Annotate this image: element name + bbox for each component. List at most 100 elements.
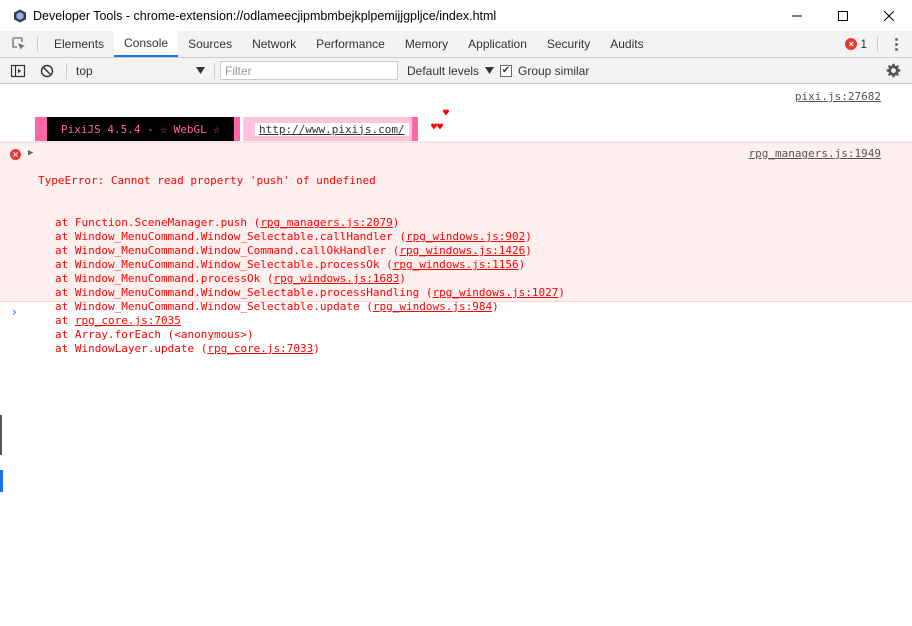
error-message: × ▶ rpg_managers.js:1949 TypeError: Cann… [0, 142, 912, 355]
stack-frame-text: at Window_MenuCommand.Window_Selectable.… [55, 258, 393, 271]
log-levels-label: Default levels [407, 63, 480, 78]
context-selector[interactable]: top [76, 58, 210, 83]
tab-console[interactable]: Console [114, 31, 179, 57]
sidebar-toggle-button[interactable] [10, 58, 26, 83]
inspect-cursor-icon [11, 37, 25, 50]
more-options-icon[interactable] [888, 37, 904, 51]
stack-frame-text: ) [525, 244, 532, 257]
stack-frame-text: at Array.forEach (<anonymous>) [55, 328, 254, 341]
group-similar-toggle[interactable]: ✔ Group similar [500, 58, 589, 83]
stack-frame-link[interactable]: rpg_windows.js:902 [406, 230, 525, 243]
minimize-icon [792, 15, 802, 16]
clear-console-icon [40, 64, 54, 77]
error-text: TypeError: Cannot read property 'push' o… [38, 146, 565, 384]
stack-frame-text: ) [558, 286, 565, 299]
tab-elements[interactable]: Elements [44, 31, 114, 57]
error-message-text: TypeError: Cannot read property 'push' o… [38, 174, 376, 187]
error-counter[interactable]: × 1 [845, 37, 867, 51]
stack-frame-text: at Window_MenuCommand.processOk ( [55, 272, 274, 285]
checkmark-icon: ✔ [501, 64, 511, 76]
divider [66, 63, 67, 79]
console-settings-button[interactable] [886, 58, 901, 83]
dropdown-arrow-icon [196, 67, 205, 74]
stack-frame: at WindowLayer.update (rpg_core.js:7033) [38, 342, 565, 356]
window-title: Developer Tools - chrome-extension://odl… [33, 8, 497, 23]
tab-audits[interactable]: Audits [600, 31, 653, 57]
devtools-app-icon [14, 9, 26, 22]
console-toolbar: top Default levels ✔ Group similar [0, 58, 912, 84]
stack-frame-text: at Window_MenuCommand.Window_Selectable.… [55, 300, 373, 313]
stack-frame-link[interactable]: rpg_windows.js:1426 [399, 244, 525, 257]
expand-triangle-icon[interactable]: ▶ [28, 148, 33, 158]
log-levels-dropdown[interactable]: Default levels [407, 58, 495, 83]
stack-frame-link[interactable]: rpg_windows.js:1027 [433, 286, 559, 299]
close-button[interactable] [866, 0, 912, 31]
pixi-url-container: http://www.pixijs.com/ [254, 117, 412, 141]
stack-frame-text: ) [399, 272, 407, 285]
panel-tab-bar: Elements Console Sources Network Perform… [0, 31, 912, 58]
maximize-button[interactable] [820, 0, 866, 31]
banner-stripe [242, 117, 255, 141]
stack-frame: at Window_MenuCommand.processOk (rpg_win… [38, 272, 565, 286]
stack-frame: at Window_MenuCommand.Window_Command.cal… [38, 244, 565, 258]
stack-frame-text: at Function.SceneManager.push ( [55, 216, 261, 229]
tab-sources[interactable]: Sources [178, 31, 242, 57]
pixi-url-link[interactable]: http://www.pixijs.com/ [254, 122, 409, 136]
stack-frame-link[interactable]: rpg_windows.js:1156 [393, 258, 519, 271]
stack-frame-link[interactable]: rpg_managers.js:2079 [260, 216, 392, 229]
pixi-banner-text: PixiJS 4.5.4 - ☆ WebGL ☆ [47, 117, 234, 141]
stack-frame-text: ) [518, 258, 526, 271]
tab-network[interactable]: Network [242, 31, 306, 57]
banner-stripe [35, 117, 47, 141]
maximize-icon [838, 10, 848, 21]
tab-performance[interactable]: Performance [306, 31, 395, 57]
stack-frame-link[interactable]: rpg_core.js:7035 [75, 314, 181, 327]
stack-frame: at Window_MenuCommand.Window_Selectable.… [38, 230, 565, 244]
panel-tabs: Elements Console Sources Network Perform… [44, 31, 654, 57]
group-similar-checkbox[interactable]: ✔ [500, 64, 512, 77]
source-link[interactable]: pixi.js:27682 [795, 90, 881, 103]
stack-frame-text: at WindowLayer.update ( [55, 342, 208, 355]
group-similar-label: Group similar [518, 63, 590, 78]
error-icon: × [845, 38, 858, 50]
pixi-banner: PixiJS 4.5.4 - ☆ WebGL ☆ http://www.pixi… [35, 117, 418, 141]
sidebar-toggle-icon [10, 64, 26, 77]
window-edge-marker [0, 470, 3, 492]
tab-memory[interactable]: Memory [395, 31, 458, 57]
console-messages: pixi.js:27682 PixiJS 4.5.4 - ☆ WebGL ☆ h… [0, 85, 912, 626]
filter-input[interactable] [220, 61, 398, 80]
stack-frame-text: at [55, 314, 75, 327]
hearts-bottom: ♥♥ [431, 122, 444, 133]
tab-application[interactable]: Application [458, 31, 537, 57]
close-icon [884, 10, 894, 21]
inspect-element-button[interactable] [0, 36, 38, 52]
stack-frame-link[interactable]: rpg_core.js:7033 [207, 342, 313, 355]
hearts-top: ♥ [443, 108, 450, 119]
dropdown-arrow-icon [485, 67, 495, 74]
stack-frame-text: ) [525, 230, 532, 243]
gear-icon [886, 63, 901, 78]
stack-frame-text: at Window_MenuCommand.Window_Selectable.… [55, 230, 406, 243]
minimize-button[interactable] [774, 0, 820, 31]
stack-frame: at Window_MenuCommand.Window_Selectable.… [38, 258, 565, 272]
window-edge-marker [0, 415, 2, 455]
error-source-link[interactable]: rpg_managers.js:1949 [749, 147, 881, 160]
stack-frame: at Function.SceneManager.push (rpg_manag… [38, 216, 565, 230]
stack-frame-text: at Window_MenuCommand.Window_Command.cal… [55, 244, 400, 257]
stack-frame-text: ) [492, 300, 499, 313]
stack-frame: at Array.forEach (<anonymous>) [38, 328, 565, 342]
divider [877, 36, 878, 52]
stack-frame: at Window_MenuCommand.Window_Selectable.… [38, 300, 565, 314]
tab-security[interactable]: Security [537, 31, 600, 57]
stack-frame-text: ) [392, 216, 400, 229]
clear-console-button[interactable] [40, 58, 54, 83]
stack-frame-link[interactable]: rpg_windows.js:984 [373, 300, 492, 313]
stack-frame-link[interactable]: rpg_windows.js:1683 [274, 272, 400, 285]
stack-frame: at Window_MenuCommand.Window_Selectable.… [38, 286, 565, 300]
error-count: 1 [860, 37, 867, 51]
banner-stripe [411, 117, 418, 141]
window-controls [774, 0, 912, 31]
divider [214, 63, 215, 79]
console-prompt[interactable]: › [12, 305, 17, 319]
stack-frame: at rpg_core.js:7035 [38, 314, 565, 328]
